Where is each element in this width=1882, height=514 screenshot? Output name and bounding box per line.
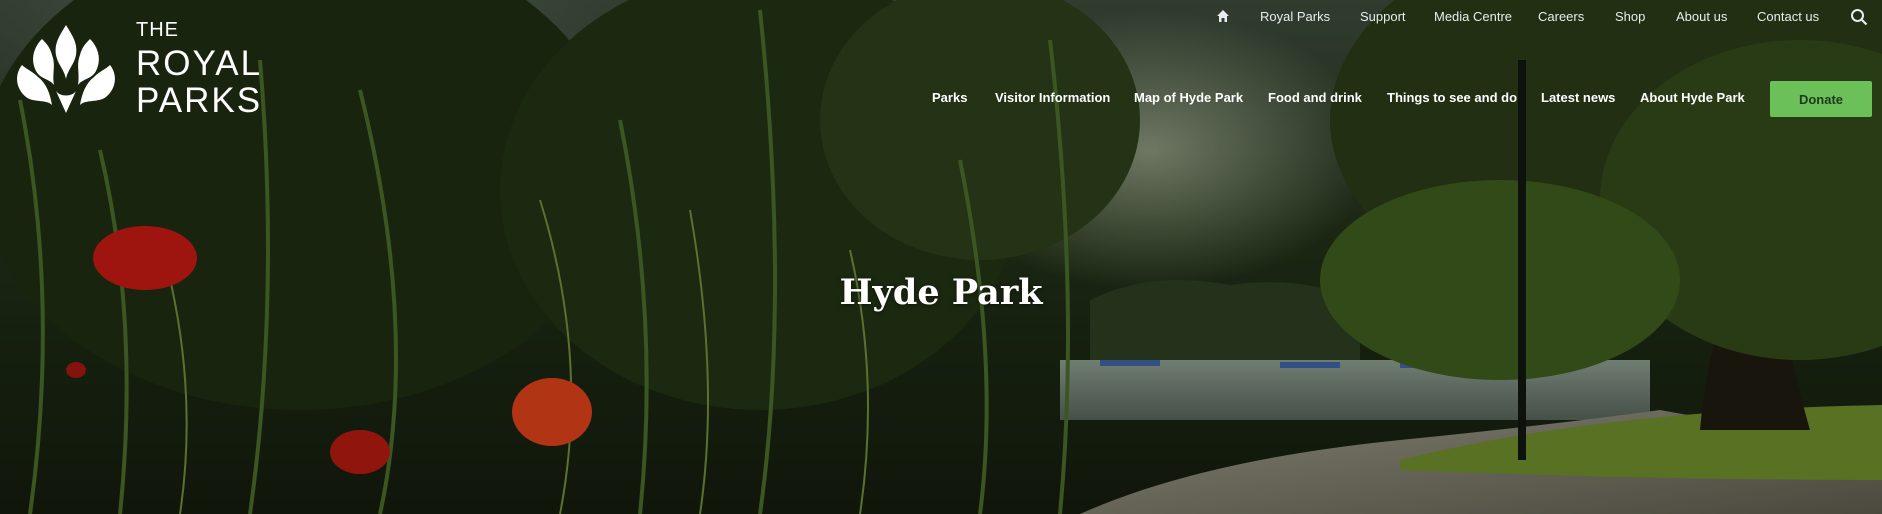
main-nav: Parks Visitor Information Map of Hyde Pa…	[0, 90, 1882, 110]
util-nav-shop[interactable]: Shop	[1615, 9, 1645, 24]
hero-banner: THE ROYAL PARKS Royal Parks Support Medi…	[0, 0, 1882, 514]
logo-text-royal: ROYAL	[136, 44, 263, 83]
util-nav-careers[interactable]: Careers	[1538, 9, 1584, 24]
util-nav-media-centre[interactable]: Media Centre	[1434, 9, 1512, 24]
search-icon[interactable]	[1850, 8, 1868, 26]
util-nav-about-us[interactable]: About us	[1676, 9, 1727, 24]
main-nav-map-of-hyde-park[interactable]: Map of Hyde Park	[1134, 90, 1243, 105]
main-nav-visitor-information[interactable]: Visitor Information	[995, 90, 1110, 105]
util-nav-royal-parks[interactable]: Royal Parks	[1260, 9, 1330, 24]
main-nav-latest-news[interactable]: Latest news	[1541, 90, 1615, 105]
utility-nav: Royal Parks Support Media Centre Careers…	[0, 7, 1882, 26]
main-nav-food-and-drink[interactable]: Food and drink	[1268, 90, 1362, 105]
hero-darken-overlay	[0, 0, 1882, 514]
main-nav-things-to-see-and-do[interactable]: Things to see and do	[1387, 90, 1517, 105]
home-icon[interactable]	[1216, 9, 1230, 23]
donate-button[interactable]: Donate	[1770, 81, 1872, 117]
page-title: Hyde Park	[839, 272, 1043, 313]
util-nav-contact-us[interactable]: Contact us	[1757, 9, 1819, 24]
util-nav-support[interactable]: Support	[1360, 9, 1406, 24]
main-nav-parks[interactable]: Parks	[932, 90, 967, 105]
main-nav-about-hyde-park[interactable]: About Hyde Park	[1640, 90, 1745, 105]
